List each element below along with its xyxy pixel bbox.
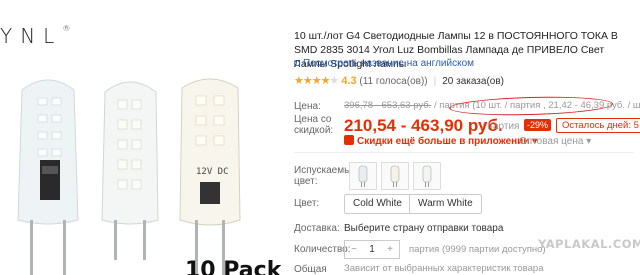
total-label: Общая: [294, 264, 327, 275]
sale-price-per-lot: / партия: [482, 121, 520, 132]
wholesale-dropdown[interactable]: Оптовая цена ▾: [519, 136, 591, 147]
bulb-3: 12V DC: [179, 78, 241, 275]
translate-link[interactable]: ◘ Посмотреть название на английском: [294, 58, 474, 69]
rating-votes[interactable]: (11 голоса(ов)): [359, 76, 427, 87]
led-bulbs-image: 12V DC: [17, 78, 241, 275]
highlight-oval: [448, 94, 614, 118]
quantity-stepper[interactable]: − 1 +: [344, 240, 400, 259]
option-warm-white[interactable]: Warm White: [409, 194, 482, 214]
sale-price-label: Цена со скидкой:: [294, 114, 333, 136]
price-label: Цена:: [294, 101, 321, 112]
pack-caption: 10 Pack: [185, 258, 282, 275]
chevron-down-icon: ▾: [586, 136, 592, 147]
app-discount-link[interactable]: Скидки ещё больше в приложении ▾: [344, 135, 537, 147]
bulb-1: [17, 79, 79, 275]
app-phone-icon: [344, 135, 354, 145]
color-swatch-3[interactable]: [413, 162, 441, 190]
sale-price-label-2: скидкой:: [294, 125, 334, 136]
logo-text: YNL: [0, 24, 63, 48]
rating-stars-icon[interactable]: ★★★★★: [294, 75, 339, 87]
days-left-badge: Осталось дней: 5: [556, 118, 640, 133]
discount-badge: -29%: [524, 119, 552, 131]
sale-price-label-1: Цена со: [294, 114, 332, 125]
old-price-range: 396,78 - 653,63 руб.: [344, 100, 432, 111]
sale-price: 210,54 - 463,90 руб.: [344, 116, 503, 135]
divider: [294, 152, 634, 153]
total-note: Зависит от выбранных характеристик товар…: [344, 263, 544, 274]
color-label: Испускаемый цвет:: [294, 165, 357, 187]
app-discount-label: Скидки ещё больше в приложении: [357, 136, 530, 147]
quantity-minus-button[interactable]: −: [345, 241, 363, 258]
orders-count: 20 заказа(ов): [442, 76, 504, 87]
bulb-2: [101, 81, 159, 260]
shipping-label: Доставка:: [294, 223, 340, 234]
rating-value: 4.3: [341, 75, 357, 87]
option-cold-white[interactable]: Cold White: [344, 194, 411, 214]
bulb-3-label: 12V DC: [196, 167, 229, 177]
color-swatch-2[interactable]: [381, 162, 409, 190]
quantity-label: Количество:: [294, 244, 351, 255]
shipping-value[interactable]: Выберите страну отправки товара: [344, 223, 503, 234]
color-label-1: Испускаемый: [294, 165, 357, 176]
translate-icon: ◘: [294, 58, 301, 69]
quantity-value[interactable]: 1: [363, 241, 381, 258]
color-label-2: цвет:: [294, 176, 318, 187]
color-swatch-1[interactable]: [349, 162, 377, 190]
wholesale-label: Оптовая цена: [519, 136, 584, 147]
brand-logo: YNL®: [0, 24, 70, 48]
site-watermark: YAPLAKAL.COM: [538, 237, 640, 251]
logo-mark: ®: [62, 24, 71, 33]
quantity-plus-button[interactable]: +: [381, 241, 399, 258]
product-info: 10 шт./лот G4 Светодиодные Лампы 12 в ПО…: [284, 0, 640, 275]
product-image[interactable]: YNL® 12V DC 10 Pack: [0, 0, 283, 275]
translate-link-label: Посмотреть название на английском: [303, 58, 475, 69]
rating-divider: |: [433, 76, 437, 87]
rating-row: ★★★★★ 4.3 (11 голоса(ов)) | 20 заказа(ов): [294, 74, 504, 87]
light-color-label: Цвет:: [294, 198, 320, 209]
quantity-note: партия (9999 партии доступно): [409, 244, 546, 255]
